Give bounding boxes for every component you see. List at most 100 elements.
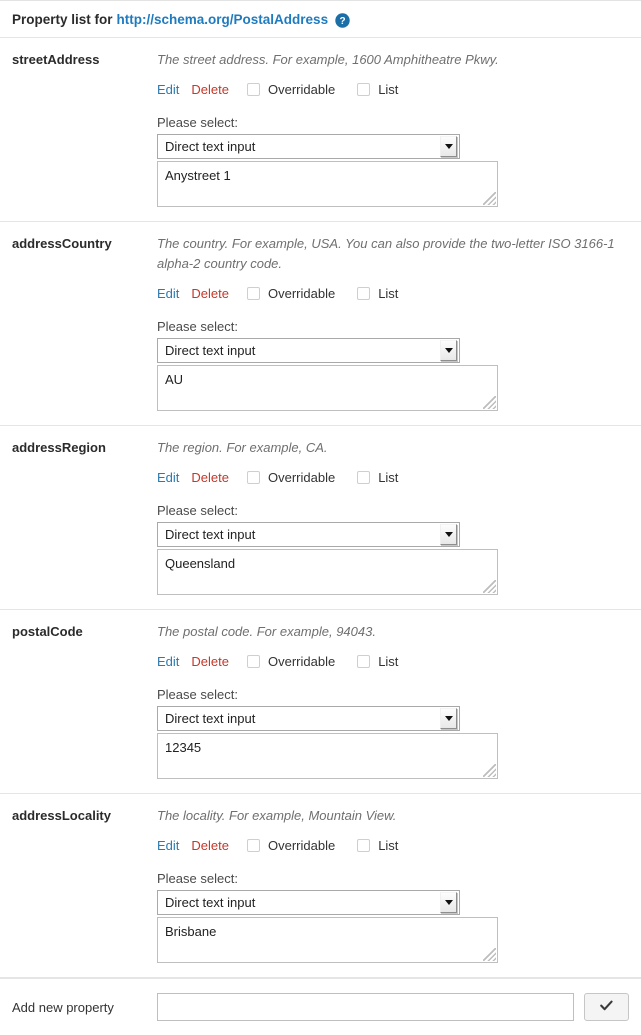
edit-link[interactable]: Edit (157, 82, 179, 97)
delete-link[interactable]: Delete (191, 470, 229, 485)
value-type-select[interactable]: Direct text input (157, 338, 460, 363)
property-name-cell: addressCountry (0, 234, 157, 411)
list-checkbox[interactable] (357, 82, 371, 96)
overridable-checkbox-group: Overridable (246, 81, 336, 97)
property-description: The region. For example, CA. (157, 440, 328, 455)
svg-text:?: ? (340, 16, 346, 27)
resize-handle-icon[interactable] (483, 396, 496, 409)
add-new-property-label: Add new property (12, 999, 114, 1015)
value-type-select[interactable]: Direct text input (157, 706, 460, 731)
list-label: List (378, 653, 399, 669)
delete-link[interactable]: Delete (191, 654, 229, 669)
overridable-checkbox[interactable] (246, 82, 260, 96)
panel-header: Property list for http://schema.org/Post… (0, 1, 641, 38)
value-type-select-value: Direct text input (165, 895, 256, 910)
list-checkbox-group: List (357, 838, 398, 853)
value-textarea-value: Queensland (165, 556, 236, 571)
resize-handle-icon[interactable] (483, 580, 496, 593)
property-description: The country. For example, USA. You can a… (157, 236, 615, 271)
property-name: addressLocality (12, 808, 111, 823)
list-checkbox[interactable] (357, 838, 371, 852)
list-checkbox-group: List (357, 286, 398, 301)
value-type-select-value: Direct text input (165, 527, 256, 542)
schema-url-link[interactable]: http://schema.org/PostalAddress (117, 12, 329, 27)
value-type-select-value: Direct text input (165, 711, 256, 726)
edit-link[interactable]: Edit (157, 286, 179, 301)
list-checkbox-group: List (357, 654, 398, 669)
overridable-checkbox-group: Overridable (246, 286, 335, 301)
list-label: List (378, 837, 399, 853)
overridable-checkbox[interactable] (246, 654, 260, 668)
property-body-cell: The country. For example, USA. You can a… (157, 234, 641, 411)
property-name: streetAddress (12, 52, 100, 67)
chevron-down-icon[interactable] (440, 708, 457, 729)
property-body-cell: The region. For example, CA. Edit Delete… (157, 438, 641, 595)
property-body-cell: The postal code. For example, 94043. Edi… (157, 622, 641, 779)
checkmark-icon (598, 997, 615, 1017)
value-textarea[interactable]: 12345 (157, 733, 498, 779)
list-label: List (378, 285, 399, 301)
overridable-checkbox-group: Overridable (246, 838, 335, 853)
table-row: streetAddress The street address. For ex… (0, 38, 641, 222)
overridable-checkbox[interactable] (246, 838, 260, 852)
property-name: addressCountry (12, 236, 112, 251)
select-prompt-label: Please select: (157, 503, 238, 518)
delete-link[interactable]: Delete (191, 286, 229, 301)
value-textarea[interactable]: AU (157, 365, 498, 411)
select-prompt-label: Please select: (157, 687, 238, 702)
resize-handle-icon[interactable] (483, 948, 496, 961)
property-name-cell: addressRegion (0, 438, 157, 595)
value-type-select[interactable]: Direct text input (157, 890, 460, 915)
delete-link[interactable]: Delete (191, 82, 229, 97)
property-description: The street address. For example, 1600 Am… (157, 52, 499, 67)
chevron-down-icon[interactable] (440, 340, 457, 361)
overridable-label: Overridable (267, 653, 336, 669)
new-property-input[interactable] (157, 993, 574, 1021)
page-title: Property list for (12, 11, 113, 27)
value-textarea[interactable]: Anystreet 1 (157, 161, 498, 207)
overridable-checkbox[interactable] (246, 286, 260, 300)
resize-handle-icon[interactable] (483, 764, 496, 777)
list-label: List (378, 469, 399, 485)
value-textarea-value: AU (165, 372, 184, 387)
edit-link[interactable]: Edit (157, 838, 179, 853)
resize-handle-icon[interactable] (483, 192, 496, 205)
list-checkbox[interactable] (357, 286, 371, 300)
chevron-down-icon[interactable] (440, 892, 457, 913)
chevron-down-icon[interactable] (440, 524, 457, 545)
overridable-checkbox[interactable] (246, 470, 260, 484)
action-bar: Edit Delete Overridable List (157, 652, 629, 670)
value-textarea[interactable]: Queensland (157, 549, 498, 595)
property-name-cell: addressLocality (0, 806, 157, 963)
table-row: addressCountry The country. For example,… (0, 222, 641, 426)
property-rows: streetAddress The street address. For ex… (0, 38, 641, 978)
chevron-down-icon[interactable] (440, 136, 457, 157)
value-type-select[interactable]: Direct text input (157, 134, 460, 159)
property-description: The locality. For example, Mountain View… (157, 808, 397, 823)
edit-link[interactable]: Edit (157, 470, 179, 485)
property-body-cell: The street address. For example, 1600 Am… (157, 50, 641, 207)
list-checkbox[interactable] (357, 654, 371, 668)
value-type-select[interactable]: Direct text input (157, 522, 460, 547)
add-new-property-row: Add new property (0, 978, 641, 1035)
list-checkbox[interactable] (357, 470, 371, 484)
value-textarea[interactable]: Brisbane (157, 917, 498, 963)
property-name: postalCode (12, 624, 83, 639)
list-checkbox-group: List (357, 82, 398, 97)
list-checkbox-group: List (357, 470, 398, 485)
help-circle-icon[interactable]: ? (335, 12, 350, 28)
list-label: List (378, 81, 399, 97)
value-textarea-value: Anystreet 1 (165, 168, 231, 183)
value-textarea-value: 12345 (165, 740, 202, 755)
property-name-cell: postalCode (0, 622, 157, 779)
edit-link[interactable]: Edit (157, 654, 179, 669)
action-bar: Edit Delete Overridable List (157, 468, 629, 486)
add-new-property-label-cell: Add new property (12, 1000, 157, 1015)
overridable-label: Overridable (267, 81, 336, 97)
select-prompt-label: Please select: (157, 871, 238, 886)
delete-link[interactable]: Delete (191, 838, 229, 853)
table-row: addressRegion The region. For example, C… (0, 426, 641, 610)
select-prompt-label: Please select: (157, 319, 238, 334)
add-property-submit-button[interactable] (584, 993, 629, 1021)
property-body-cell: The locality. For example, Mountain View… (157, 806, 641, 963)
